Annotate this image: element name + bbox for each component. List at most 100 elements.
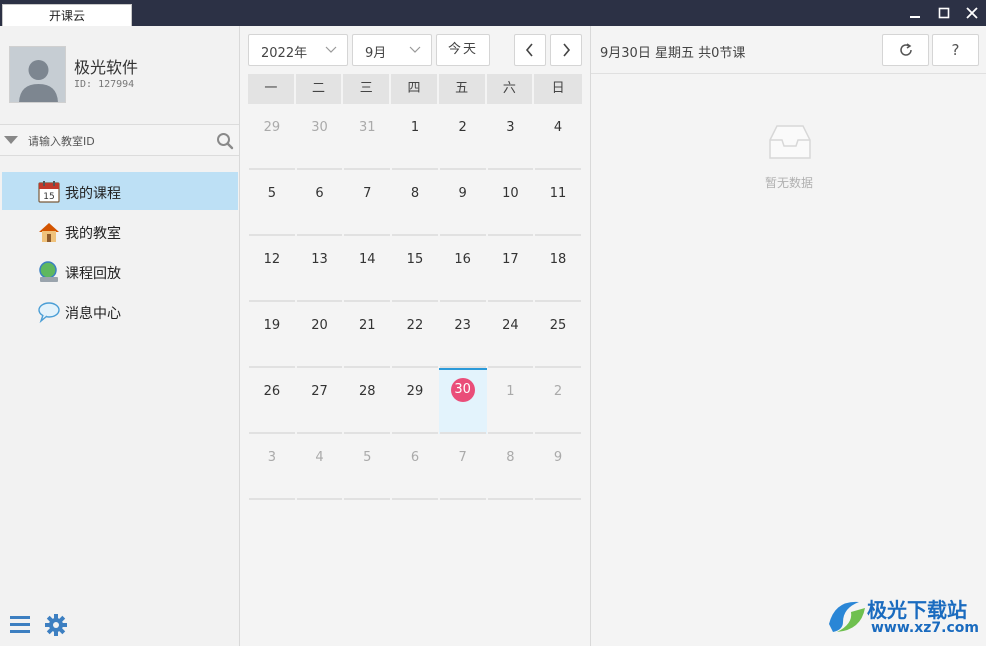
sidebar-item-my-courses[interactable]: 15 我的课程 xyxy=(2,172,238,210)
day-number: 3 xyxy=(506,120,515,135)
day-number: 29 xyxy=(263,120,281,135)
title-bar: 开课云 xyxy=(0,0,986,26)
calendar-panel: 2022年 9月 今天 一 二 三 四 五 六 日 29 30 31 1 2 3 4 5 6 7 8… xyxy=(240,26,590,646)
classroom-search xyxy=(0,124,239,156)
day-number: 6 xyxy=(410,450,420,465)
calendar-day[interactable]: 1 xyxy=(487,368,535,434)
gear-icon[interactable] xyxy=(44,613,68,637)
weekday-label: 三 xyxy=(343,74,392,104)
close-button[interactable] xyxy=(957,0,986,26)
calendar-week-row: 5 6 7 8 9 10 11 xyxy=(248,170,582,236)
dropdown-caret-icon[interactable] xyxy=(4,136,18,144)
today-button[interactable]: 今天 xyxy=(436,34,490,66)
minimize-button[interactable] xyxy=(900,0,930,26)
month-select[interactable]: 9月 xyxy=(352,34,432,66)
calendar-day[interactable]: 9 xyxy=(439,170,487,236)
calendar-day[interactable]: 8 xyxy=(391,170,439,236)
weekday-label: 六 xyxy=(486,74,535,104)
calendar-day[interactable]: 26 xyxy=(248,368,296,434)
calendar-day[interactable]: 9 xyxy=(534,434,582,500)
search-icon[interactable] xyxy=(216,132,234,150)
calendar-day[interactable]: 10 xyxy=(487,170,535,236)
calendar-day[interactable]: 5 xyxy=(343,434,391,500)
day-number: 15 xyxy=(406,252,424,267)
calendar-day[interactable]: 24 xyxy=(487,302,535,368)
calendar-day[interactable]: 4 xyxy=(296,434,344,500)
calendar-day[interactable]: 12 xyxy=(248,236,296,302)
calendar-week-row: 26 27 28 29 30 1 2 xyxy=(248,368,582,434)
calendar-day[interactable]: 13 xyxy=(296,236,344,302)
day-number: 19 xyxy=(263,318,281,333)
prev-month-button[interactable] xyxy=(514,34,546,66)
year-select[interactable]: 2022年 xyxy=(248,34,348,66)
day-number: 2 xyxy=(553,384,563,399)
calendar-day[interactable]: 3 xyxy=(487,104,535,170)
close-icon xyxy=(966,7,978,19)
calendar-week-row: 19 20 21 22 23 24 25 xyxy=(248,302,582,368)
sidebar-item-label: 课程回放 xyxy=(65,266,121,282)
calendar-day[interactable]: 11 xyxy=(534,170,582,236)
refresh-button[interactable] xyxy=(882,34,929,66)
calendar-day[interactable]: 16 xyxy=(439,236,487,302)
calendar-day[interactable]: 25 xyxy=(534,302,582,368)
calendar-day[interactable]: 4 xyxy=(534,104,582,170)
calendar-day[interactable]: 28 xyxy=(343,368,391,434)
day-number: 8 xyxy=(410,186,420,201)
calendar-day[interactable]: 6 xyxy=(296,170,344,236)
calendar-day[interactable]: 31 xyxy=(343,104,391,170)
sidebar-item-label: 我的教室 xyxy=(65,226,121,242)
user-name: 极光软件 xyxy=(74,58,139,77)
avatar[interactable] xyxy=(9,46,66,103)
day-number: 27 xyxy=(311,384,328,399)
sidebar-item-message-center[interactable]: 消息中心 xyxy=(2,292,238,330)
calendar-day[interactable]: 5 xyxy=(248,170,296,236)
calendar-day[interactable]: 30 xyxy=(296,104,344,170)
classroom-id-input[interactable] xyxy=(28,130,208,152)
next-month-button[interactable] xyxy=(550,34,582,66)
calendar-day[interactable]: 29 xyxy=(391,368,439,434)
calendar-day[interactable]: 6 xyxy=(391,434,439,500)
maximize-button[interactable] xyxy=(929,0,959,26)
weekday-header: 一 二 三 四 五 六 日 xyxy=(248,74,582,104)
day-number: 4 xyxy=(315,450,324,465)
calendar-day[interactable]: 17 xyxy=(487,236,535,302)
calendar-day[interactable]: 23 xyxy=(439,302,487,368)
day-number: 16 xyxy=(454,252,471,267)
calendar-day-selected[interactable]: 30 xyxy=(438,368,487,434)
calendar-day[interactable]: 29 xyxy=(248,104,296,170)
calendar-day[interactable]: 22 xyxy=(391,302,439,368)
calendar-day[interactable]: 8 xyxy=(487,434,535,500)
calendar-day[interactable]: 1 xyxy=(391,104,439,170)
chevron-down-icon xyxy=(409,46,421,53)
help-button[interactable]: ? xyxy=(932,34,979,66)
calendar-day[interactable]: 7 xyxy=(439,434,487,500)
weekday-label: 四 xyxy=(391,74,439,104)
course-detail-panel: 9月30日 星期五 共0节课 ? 暂无数据 xyxy=(590,26,986,646)
calendar-week-row: 29 30 31 1 2 3 4 xyxy=(248,104,582,170)
calendar-day[interactable]: 15 xyxy=(391,236,439,302)
calendar-day[interactable]: 2 xyxy=(439,104,487,170)
calendar-day[interactable]: 27 xyxy=(296,368,344,434)
day-number: 28 xyxy=(358,384,376,399)
calendar-day[interactable]: 3 xyxy=(248,434,296,500)
app-tab[interactable]: 开课云 xyxy=(2,4,132,26)
calendar-day[interactable]: 18 xyxy=(534,236,582,302)
detail-header: 9月30日 星期五 共0节课 ? xyxy=(591,26,986,74)
menu-icon[interactable] xyxy=(9,613,31,635)
playback-icon xyxy=(39,261,58,282)
watermark-logo: 极光下载站 www.xz7.com xyxy=(825,592,985,642)
calendar-week-row: 12 13 14 15 16 17 18 xyxy=(248,236,582,302)
calendar-day[interactable]: 21 xyxy=(343,302,391,368)
empty-box-icon xyxy=(769,125,811,159)
calendar-day[interactable]: 2 xyxy=(534,368,582,434)
calendar-day[interactable]: 20 xyxy=(296,302,344,368)
calendar-day[interactable]: 7 xyxy=(343,170,391,236)
calendar-day[interactable]: 14 xyxy=(343,236,391,302)
day-number: 10 xyxy=(502,186,519,201)
sidebar-item-course-playback[interactable]: 课程回放 xyxy=(2,252,238,290)
date-summary: 9月30日 星期五 共0节课 xyxy=(600,46,746,61)
maximize-icon xyxy=(938,7,950,19)
sidebar-item-my-classroom[interactable]: 我的教室 xyxy=(2,212,238,250)
calendar-week-row: 3 4 5 6 7 8 9 xyxy=(248,434,582,500)
calendar-day[interactable]: 19 xyxy=(248,302,296,368)
